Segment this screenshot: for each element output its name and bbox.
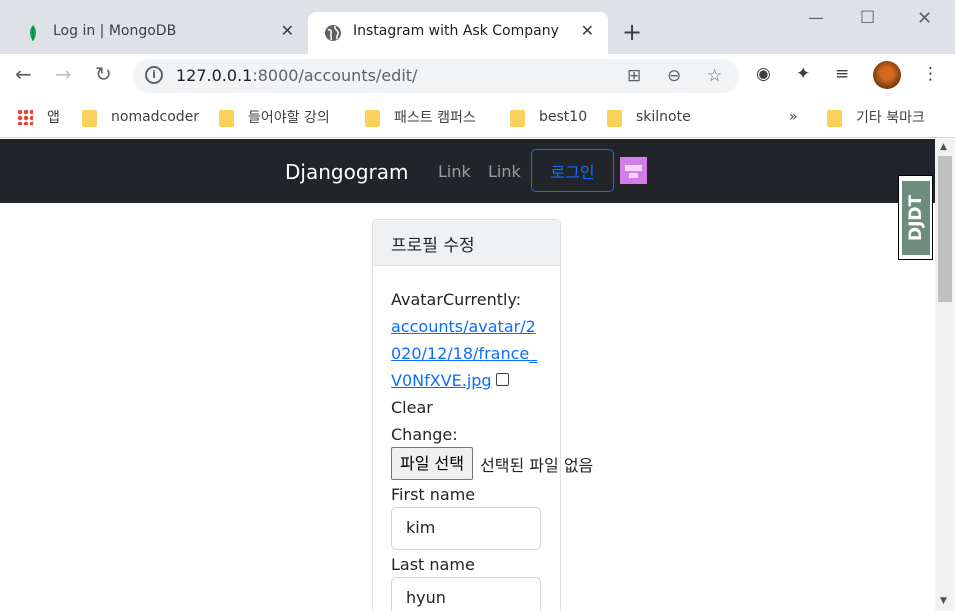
media-queue-icon[interactable]: ≡ [835, 64, 849, 84]
card-header: 프로필 수정 [373, 220, 560, 266]
djdt-label: DJDT [902, 181, 930, 255]
folder-icon [365, 109, 380, 127]
maximize-icon[interactable]: ☐ [860, 8, 875, 28]
folder-icon [82, 109, 97, 127]
bookmark-item[interactable]: 들어야할 강의 [219, 107, 330, 127]
window-close-icon[interactable]: ✕ [917, 8, 932, 29]
bookmark-item[interactable]: 패스트 캠퍼스 [365, 107, 476, 127]
bookmarks-overflow[interactable]: » [789, 107, 798, 127]
folder-icon [510, 109, 525, 127]
bookmark-item[interactable]: best10 [510, 107, 587, 127]
bookmark-star-icon[interactable]: ☆ [707, 66, 722, 86]
mongodb-leaf-icon [30, 25, 36, 41]
choose-file-button[interactable]: 파일 선택 [391, 447, 473, 480]
new-tab-icon[interactable]: + [622, 18, 642, 46]
folder-icon [607, 109, 622, 127]
scroll-up-icon[interactable]: ▲ [940, 142, 947, 152]
file-input: 파일 선택 선택된 파일 없음 [391, 447, 593, 480]
page-viewport: Djangogram Link Link 로그인 프로필 수정 AvatarCu… [0, 139, 955, 611]
close-tab-icon[interactable]: ✕ [581, 21, 594, 40]
tab-title: Log in | MongoDB [53, 23, 177, 39]
back-icon[interactable]: ← [15, 62, 32, 86]
avatar-label: Avatar [391, 290, 443, 309]
translate-icon[interactable]: ⊞ [627, 66, 641, 86]
first-name-label: First name [391, 485, 476, 504]
tab-instagram[interactable]: Instagram with Ask Company ✕ [308, 12, 608, 54]
globe-icon [325, 25, 341, 41]
media-extension-icon[interactable]: ◉ [756, 64, 771, 84]
reload-icon[interactable]: ↻ [95, 62, 112, 86]
apps-grid-icon [17, 109, 33, 125]
file-status: 선택된 파일 없음 [480, 455, 594, 475]
avatar-file-link[interactable]: 020/12/18/france_ [391, 344, 537, 363]
bookmark-apps[interactable]: 앱 [17, 107, 60, 127]
first-name-field[interactable]: kim [391, 507, 541, 550]
bookmark-item[interactable]: skilnote [607, 107, 691, 127]
currently-label: Currently: [442, 290, 522, 309]
browser-toolbar: ← → ↻ i 127.0.0.1:8000/accounts/edit/ ⊞ … [0, 54, 955, 98]
avatar-link-line: 020/12/18/france_ [391, 340, 556, 367]
scrollbar-thumb[interactable] [938, 156, 952, 302]
profile-avatar-icon[interactable] [873, 61, 901, 89]
last-name-label: Last name [391, 555, 475, 574]
login-button[interactable]: 로그인 [531, 149, 614, 192]
django-debug-toolbar-handle[interactable]: DJDT [898, 175, 933, 260]
extensions-puzzle-icon[interactable]: ✦ [796, 64, 810, 84]
clear-avatar-checkbox[interactable] [495, 373, 509, 386]
zoom-icon[interactable]: ⊖ [667, 66, 681, 86]
avatar-file-link[interactable]: V0NfXVE.jpg [391, 371, 492, 390]
folder-icon [827, 109, 842, 127]
clear-label: Clear [391, 398, 433, 417]
nav-link[interactable]: Link [438, 162, 471, 181]
card-body: AvatarCurrently: accounts/avatar/2 020/1… [391, 286, 556, 448]
close-tab-icon[interactable]: ✕ [281, 21, 294, 40]
bookmarks-bar: 앱 nomadcoder 들어야할 강의 패스트 캠퍼스 best10 skil… [0, 98, 955, 138]
page-scrollbar[interactable]: ▲ ▼ [935, 139, 955, 611]
minimize-icon[interactable]: — [808, 8, 824, 27]
url-text[interactable]: 127.0.0.1:8000/accounts/edit/ [176, 66, 417, 85]
tab-bar: Log in | MongoDB ✕ Instagram with Ask Co… [0, 0, 955, 54]
tab-mongodb[interactable]: Log in | MongoDB ✕ [8, 12, 308, 54]
profile-edit-card: 프로필 수정 AvatarCurrently: accounts/avatar/… [372, 219, 593, 611]
navbar-brand[interactable]: Djangogram [285, 160, 408, 184]
tab-title: Instagram with Ask Company [353, 23, 559, 39]
last-name-field[interactable]: hyun [391, 577, 541, 611]
bookmark-item[interactable]: nomadcoder [82, 107, 199, 127]
avatar-link-line: V0NfXVE.jpg [391, 367, 556, 394]
menu-kebab-icon[interactable]: ⋮ [922, 64, 939, 84]
bookmark-other[interactable]: 기타 북마크 [827, 107, 925, 127]
site-navbar: Djangogram Link Link 로그인 [0, 139, 955, 203]
forward-icon[interactable]: → [55, 62, 72, 86]
folder-icon [219, 109, 234, 127]
avatar-label-line: AvatarCurrently: [391, 286, 556, 313]
nav-link[interactable]: Link [488, 162, 521, 181]
address-bar[interactable]: i 127.0.0.1:8000/accounts/edit/ ⊞ ⊖ ☆ [133, 59, 739, 93]
avatar-link-line: accounts/avatar/2 [391, 313, 556, 340]
info-icon[interactable]: i [145, 66, 163, 84]
change-label: Change: [391, 425, 458, 444]
scroll-down-icon[interactable]: ▼ [940, 596, 947, 606]
user-avatar-icon[interactable] [620, 157, 647, 184]
avatar-file-link[interactable]: accounts/avatar/2 [391, 317, 536, 336]
